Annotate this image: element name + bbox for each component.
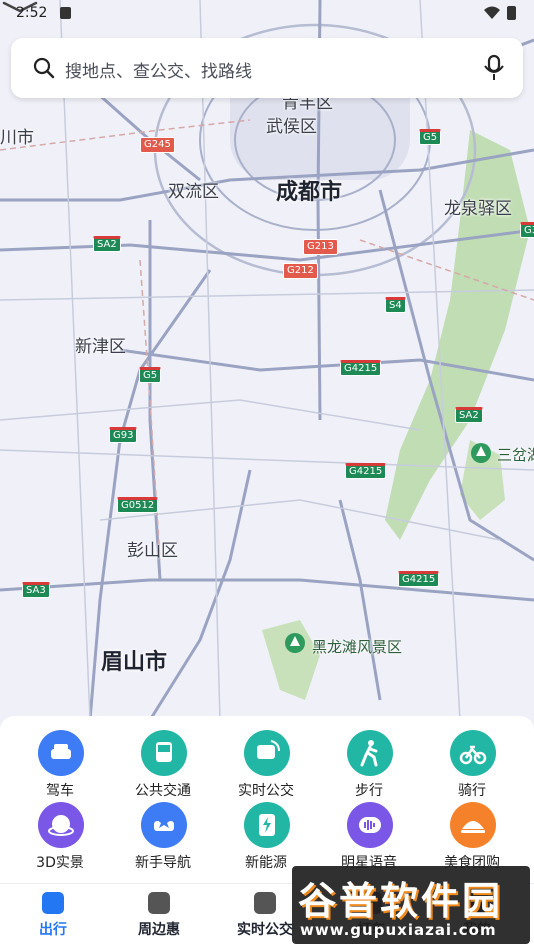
service-voice-button[interactable]: 明星语音: [317, 802, 421, 872]
road-shield-sa2: SA2: [455, 407, 483, 423]
road-shield-g5: G5: [139, 367, 162, 383]
map-label-pengshan[interactable]: 彭山区: [127, 536, 178, 561]
map-label-partial-left[interactable]: 川市: [0, 123, 34, 148]
car-icon: [38, 730, 84, 776]
service-label: 新手导航: [135, 855, 191, 871]
service-bus-button[interactable]: 公共交通: [111, 730, 215, 800]
search-bar[interactable]: 搜地点、查公交、找路线: [11, 38, 523, 98]
service-globe-3d-button[interactable]: 3D实景: [8, 802, 112, 872]
service-car-button[interactable]: 驾车: [8, 730, 112, 800]
service-realtime-bus-button[interactable]: 实时公交: [214, 730, 318, 800]
nearby-deals-icon: [148, 892, 170, 914]
road-shield-g4215: G4215: [398, 571, 440, 587]
map-label-shuangliu[interactable]: 双流区: [168, 177, 219, 202]
road-shield-g93: G93: [109, 427, 138, 443]
road-shield-g3: G3: [520, 222, 534, 238]
service-label: 实时公交: [238, 783, 294, 799]
novice-car-icon: [141, 802, 187, 848]
site-watermark: 谷普软件园 www.gupuxiazai.com: [292, 866, 530, 944]
search-icon: [33, 57, 55, 79]
service-label: 骑行: [458, 783, 486, 799]
service-food-button[interactable]: 美食团购: [420, 802, 524, 872]
tab-label: 出行: [39, 922, 67, 938]
tab-nearby-deals[interactable]: 周边惠: [106, 892, 212, 939]
scenic-marker-icon[interactable]: [470, 442, 492, 464]
microphone-icon[interactable]: [483, 54, 505, 82]
road-shield-s4: S4: [385, 297, 406, 313]
service-bike-button[interactable]: 骑行: [420, 730, 524, 800]
trip-icon: [42, 892, 64, 914]
voice-icon: [347, 802, 393, 848]
watermark-url: www.gupuxiazai.com: [300, 921, 497, 939]
road-shield-g212: G212: [283, 263, 318, 279]
road-shield-g245: G245: [140, 137, 175, 153]
battery-icon: [507, 6, 516, 20]
road-shield-g5: G5: [419, 129, 442, 145]
wifi-icon: [484, 6, 500, 19]
map-label-wuhou[interactable]: 武侯区: [266, 112, 317, 137]
map-view[interactable]: 川市 青羊区 武侯区 成都市 双流区 龙泉驿区 新津区 彭山区 眉山市 黑龙滩风…: [0, 0, 534, 720]
notification-icon: [60, 7, 71, 19]
realtime-bus-icon: [244, 730, 290, 776]
watermark-title: 谷普软件园: [298, 879, 504, 923]
tab-trip[interactable]: 出行: [0, 892, 106, 939]
map-label-chengdu[interactable]: 成都市: [276, 174, 342, 206]
service-novice-car-button[interactable]: 新手导航: [111, 802, 215, 872]
map-label-meishan[interactable]: 眉山市: [101, 644, 167, 676]
map-canvas: [0, 0, 534, 720]
status-bar: 2:52: [0, 0, 534, 28]
bus-icon: [141, 730, 187, 776]
road-shield-g0512: G0512: [117, 497, 159, 513]
road-shield-sa2: SA2: [93, 236, 121, 252]
service-label: 驾车: [46, 783, 74, 799]
service-label: 步行: [355, 783, 383, 799]
bike-icon: [450, 730, 496, 776]
tab-label: 周边惠: [138, 922, 180, 938]
service-label: 3D实景: [36, 855, 84, 871]
service-label: 公共交通: [135, 783, 191, 799]
map-label-heilongtan[interactable]: 黑龙滩风景区: [312, 636, 402, 657]
road-shield-g4215: G4215: [345, 463, 387, 479]
road-shield-g213: G213: [303, 239, 338, 255]
status-time: 2:52: [16, 5, 48, 21]
road-shield-g4215: G4215: [340, 360, 382, 376]
map-label-longquanyi[interactable]: 龙泉驿区: [444, 194, 512, 219]
charging-icon: [244, 802, 290, 848]
service-walk-button[interactable]: 步行: [317, 730, 421, 800]
globe-3d-icon: [38, 802, 84, 848]
road-shield-sa3: SA3: [22, 582, 50, 598]
map-label-sancha[interactable]: 三岔湖: [497, 444, 534, 465]
service-charging-button[interactable]: 新能源: [214, 802, 318, 872]
scenic-marker-icon[interactable]: [284, 632, 306, 654]
food-icon: [450, 802, 496, 848]
realtime-bus-icon: [254, 892, 276, 914]
walk-icon: [347, 730, 393, 776]
map-label-xinjin[interactable]: 新津区: [75, 332, 126, 357]
search-placeholder[interactable]: 搜地点、查公交、找路线: [65, 57, 252, 82]
